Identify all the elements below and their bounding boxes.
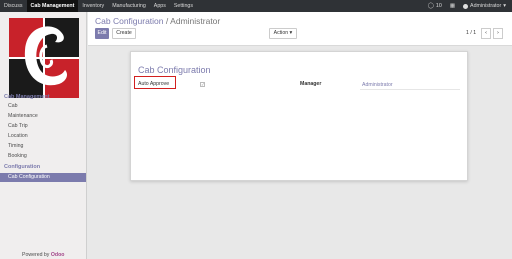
breadcrumb-separator: / <box>165 16 169 26</box>
check-icon: ✓ <box>201 82 205 87</box>
form-sheet: Cab Configuration Auto Approve ✓ Manager… <box>130 51 468 181</box>
messages-count: 10 <box>435 3 442 9</box>
create-button[interactable]: Create <box>112 28 136 39</box>
sidebar-item-location[interactable]: Location <box>0 132 86 141</box>
edit-button[interactable]: Edit <box>95 28 109 39</box>
form-title: Cab Configuration <box>138 65 211 75</box>
manager-label: Manager <box>300 81 322 87</box>
cab-logo-icon <box>9 18 79 98</box>
chevron-right-icon: › <box>496 30 500 36</box>
avatar <box>463 3 469 9</box>
user-menu[interactable]: Administrator ▾ <box>463 3 506 9</box>
sidebar: Cab Management Cab Maintenance Cab Trip … <box>0 12 87 259</box>
messages-button[interactable]: ◯ 10 <box>428 3 442 9</box>
caret-down-icon: ▾ <box>289 30 293 36</box>
menu-manufacturing[interactable]: Manufacturing <box>108 0 150 12</box>
sidebar-item-cab-configuration[interactable]: Cab Configuration <box>0 173 86 182</box>
pager-value[interactable]: 1 / 1 <box>466 30 476 36</box>
chat-icon: ◯ <box>427 3 434 9</box>
action-label: Action <box>273 30 289 36</box>
auto-approve-label: Auto Approve <box>138 81 170 87</box>
activity-button[interactable]: ▦ <box>450 3 455 9</box>
sidebar-item-cab[interactable]: Cab <box>0 102 86 111</box>
caret-down-icon: ▾ <box>503 3 506 9</box>
menu-settings[interactable]: Settings <box>170 0 197 12</box>
breadcrumb: Cab Configuration / Administrator <box>95 16 220 26</box>
sidebar-section-cab-management: Cab Management <box>4 94 50 100</box>
pager-next-button[interactable]: › <box>493 28 503 39</box>
comments-icon: ▦ <box>449 3 456 9</box>
powered-by-text: Powered by <box>22 252 50 258</box>
control-panel: Cab Configuration / Administrator Edit C… <box>88 12 512 46</box>
sidebar-item-timing[interactable]: Timing <box>0 142 86 151</box>
sidebar-item-maintenance[interactable]: Maintenance <box>0 112 86 121</box>
systray: ◯ 10 ▦ Administrator ▾ <box>428 0 512 12</box>
action-dropdown[interactable]: Action ▾ <box>269 28 297 39</box>
sidebar-item-booking[interactable]: Booking <box>0 152 86 161</box>
manager-field[interactable]: Administrator <box>362 82 393 88</box>
menu-discuss[interactable]: Discuss <box>0 0 27 12</box>
top-navbar: Discuss Cab Management Inventory Manufac… <box>0 0 512 12</box>
menu-cab-management[interactable]: Cab Management <box>26 0 79 12</box>
auto-approve-checkbox[interactable]: ✓ <box>200 82 205 87</box>
breadcrumb-parent[interactable]: Cab Configuration <box>95 16 164 26</box>
user-name: Administrator <box>470 3 502 9</box>
chevron-left-icon: ‹ <box>484 30 488 36</box>
odoo-link[interactable]: Odoo <box>51 252 65 258</box>
powered-by: Powered by Odoo <box>22 252 64 258</box>
pager-previous-button[interactable]: ‹ <box>481 28 491 39</box>
menu-apps[interactable]: Apps <box>150 0 170 12</box>
company-logo[interactable] <box>9 18 79 98</box>
breadcrumb-current: Administrator <box>170 16 221 26</box>
manager-field-underline <box>360 89 460 90</box>
menu-inventory[interactable]: Inventory <box>78 0 108 12</box>
app-menu: Discuss Cab Management Inventory Manufac… <box>0 0 197 12</box>
sidebar-section-configuration: Configuration <box>4 164 41 170</box>
sidebar-item-cab-trip[interactable]: Cab Trip <box>0 122 86 131</box>
